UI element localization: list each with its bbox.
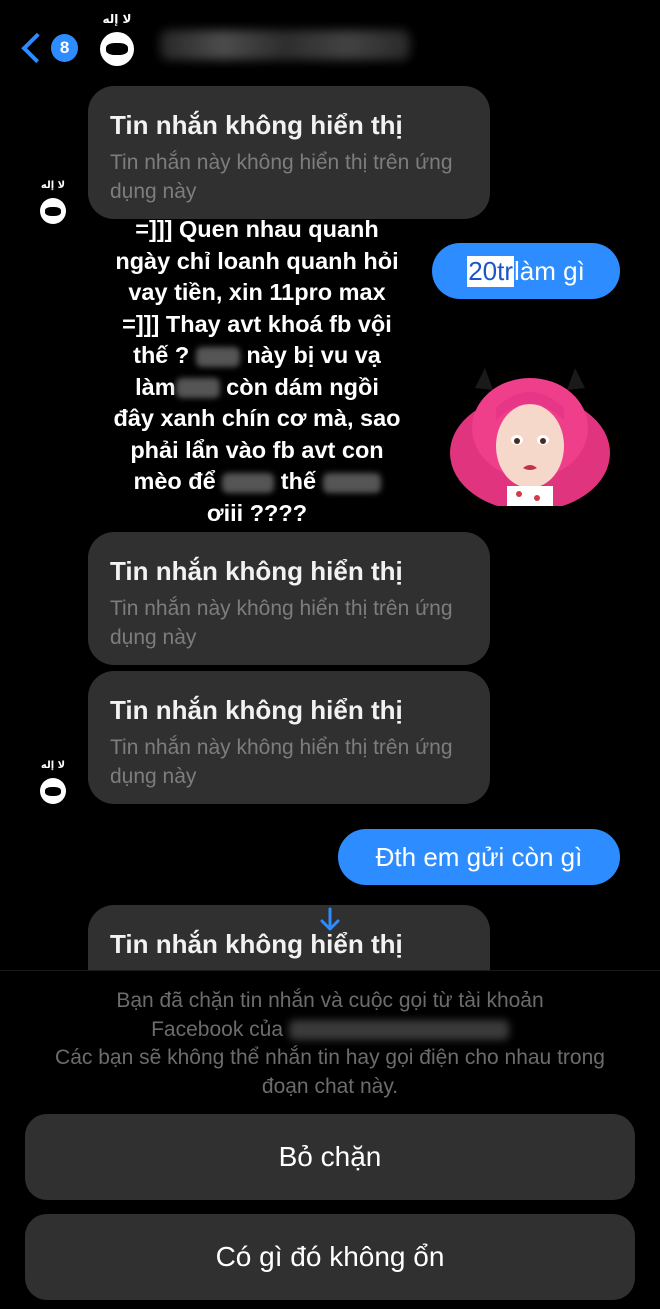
message-line: phải lẩn vào fb avt con [130, 436, 384, 463]
avatar-glyphs: لا إله [40, 180, 66, 191]
redacted-word [222, 472, 275, 493]
highlighted-text: 20tr [467, 255, 514, 287]
message-line: ơiii ???? [206, 499, 308, 526]
redacted-word [195, 346, 240, 367]
message-fragment: thế [280, 468, 317, 494]
redacted-word [175, 378, 220, 399]
redacted-word [322, 472, 381, 493]
incoming-text-message[interactable]: =]]] Quen nhau quanh ngày chỉ loanh quan… [92, 214, 422, 529]
hidden-message-title: Tin nhắn không hiển thị [110, 929, 403, 959]
unread-count-badge: 8 [51, 34, 78, 62]
report-problem-button[interactable]: Có gì đó không ổn [25, 1214, 635, 1300]
blocked-footer: Bạn đã chặn tin nhắn và cuộc gọi từ tài … [0, 970, 660, 1309]
contact-avatar[interactable]: لا إله [92, 12, 142, 72]
cat-ear-right-icon [567, 368, 585, 390]
message-fragment: này bị vu vạ [246, 342, 381, 368]
hidden-message-bubble[interactable]: Tin nhắn không hiển thị Tin nhắn này khô… [88, 86, 490, 219]
message-line: ngày chỉ loanh quanh hỏi [115, 247, 399, 274]
sender-avatar[interactable]: لا إله [30, 180, 76, 226]
scroll-down-arrow-icon[interactable] [318, 907, 342, 933]
redacted-name [288, 1019, 509, 1040]
notice-line: Facebook của [30, 1016, 630, 1045]
avatar-glyphs: لا إله [102, 12, 132, 26]
message-text: làm gì [514, 255, 585, 286]
notice-line: Bạn đã chặn tin nhắn và cuộc gọi từ tài … [116, 989, 544, 1012]
message-line: thế ? này bị vu vạ [92, 340, 422, 372]
hidden-message-bubble[interactable]: Tin nhắn không hiển thị Tin nhắn này khô… [88, 532, 490, 665]
unblock-button[interactable]: Bỏ chặn [25, 1114, 635, 1200]
hidden-message-title: Tin nhắn không hiển thị [110, 110, 403, 140]
message-line: đây xanh chín cơ mà, sao [113, 405, 401, 431]
seal-icon [40, 198, 66, 224]
cat-ear-left-icon [475, 368, 493, 390]
hidden-message-subtitle: Tin nhắn này không hiển thị trên ứng dụn… [110, 151, 453, 203]
hidden-message-subtitle: Tin nhắn này không hiển thị trên ứng dụn… [110, 736, 453, 788]
sender-avatar[interactable]: لا إله [30, 760, 76, 806]
message-line: làm còn dám ngồi [92, 372, 422, 404]
seal-icon [40, 778, 66, 804]
avatar-glyphs: لا إله [40, 760, 66, 771]
message-line: =]]] Thay avt khoá fb vội [122, 310, 392, 337]
message-fragment: mèo để [133, 468, 216, 494]
unblock-label: Bỏ chặn [278, 1141, 382, 1172]
message-line: mèo để thế [92, 466, 422, 498]
sent-message-bubble[interactable]: 20tr làm gì [432, 243, 620, 299]
hidden-message-title: Tin nhắn không hiển thị [110, 556, 403, 586]
message-line: vay tiền, xin 11pro max [128, 279, 386, 305]
avatar-sticker-image[interactable] [445, 358, 615, 506]
message-line: =]]] Quen nhau quanh [135, 216, 379, 242]
chevron-left-icon [21, 32, 52, 64]
seal-icon [100, 32, 134, 66]
back-button[interactable]: 8 [18, 28, 78, 68]
message-text: Đth em gửi còn gì [375, 841, 583, 872]
hidden-message-subtitle: Tin nhắn này không hiển thị trên ứng dụn… [110, 597, 453, 649]
report-label: Có gì đó không ổn [215, 1241, 445, 1272]
notice-line: Các bạn sẽ không thể nhắn tin hay gọi đi… [55, 1046, 605, 1098]
hidden-message-bubble[interactable]: Tin nhắn không hiển thị Tin nhắn này khô… [88, 671, 490, 804]
blocked-notice: Bạn đã chặn tin nhắn và cuộc gọi từ tài … [30, 987, 630, 1101]
message-fragment: làm [135, 373, 176, 400]
hidden-message-title: Tin nhắn không hiển thị [110, 695, 403, 725]
message-fragment: còn dám ngồi [226, 373, 379, 400]
sent-message-bubble[interactable]: Đth em gửi còn gì [338, 829, 620, 885]
message-fragment: thế ? [133, 342, 190, 368]
notice-fragment: Facebook của [151, 1017, 284, 1041]
contact-name-redacted[interactable] [160, 30, 410, 60]
